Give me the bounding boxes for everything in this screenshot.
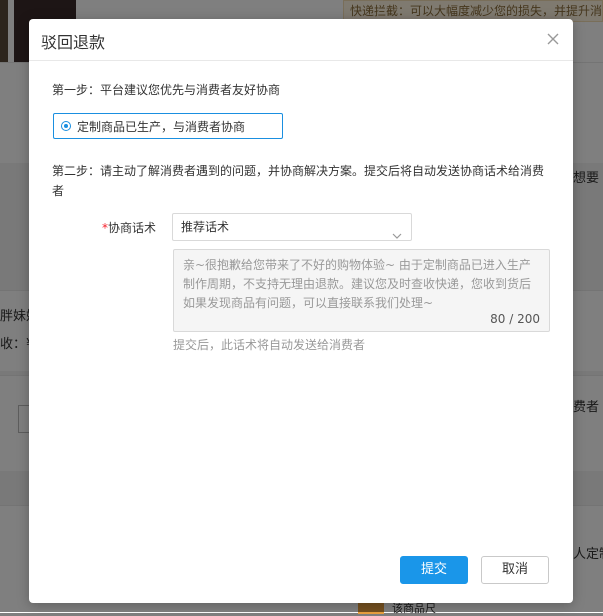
chevron-down-icon [392, 223, 402, 249]
step2-text: 第二步：请主动了解消费者遇到的问题，并协商解决方案。提交后将自动发送协商话术给消… [52, 164, 545, 198]
char-max: 200 [517, 312, 540, 326]
close-icon[interactable] [545, 31, 561, 47]
script-field-label: *协商话术 [102, 220, 156, 236]
script-select[interactable]: 推荐话术 [172, 213, 412, 241]
char-count: 80 [490, 312, 506, 326]
script-label-text: 协商话术 [108, 221, 157, 235]
script-message-textarea[interactable]: 亲~很抱歉给您带来了不好的购物体验~ 由于定制商品已进入生产制作周期，不支持无理… [173, 249, 550, 332]
submit-hint: 提交后，此话术将自动发送给消费者 [173, 338, 366, 352]
negotiate-option-label: 定制商品已生产，与消费者协商 [77, 119, 246, 134]
reject-refund-dialog: 驳回退款 第一步：平台建议您优先与消费者友好协商 定制商品已生产，与消费者协商 … [29, 19, 573, 603]
cancel-button[interactable]: 取消 [481, 556, 549, 584]
radio-selected-icon [61, 121, 71, 131]
script-select-value: 推荐话术 [181, 220, 230, 234]
script-message-text: 亲~很抱歉给您带来了不好的购物体验~ 由于定制商品已进入生产制作周期，不支持无理… [183, 258, 532, 310]
dialog-title: 驳回退款 [41, 33, 106, 52]
char-count-separator: / [505, 312, 518, 326]
submit-button[interactable]: 提交 [400, 556, 468, 584]
negotiate-option-radio[interactable]: 定制商品已生产，与消费者协商 [53, 113, 283, 139]
dialog-header: 驳回退款 [29, 19, 573, 61]
step1-text: 第一步：平台建议您优先与消费者友好协商 [52, 83, 281, 97]
char-counter: 80 / 200 [490, 311, 540, 327]
